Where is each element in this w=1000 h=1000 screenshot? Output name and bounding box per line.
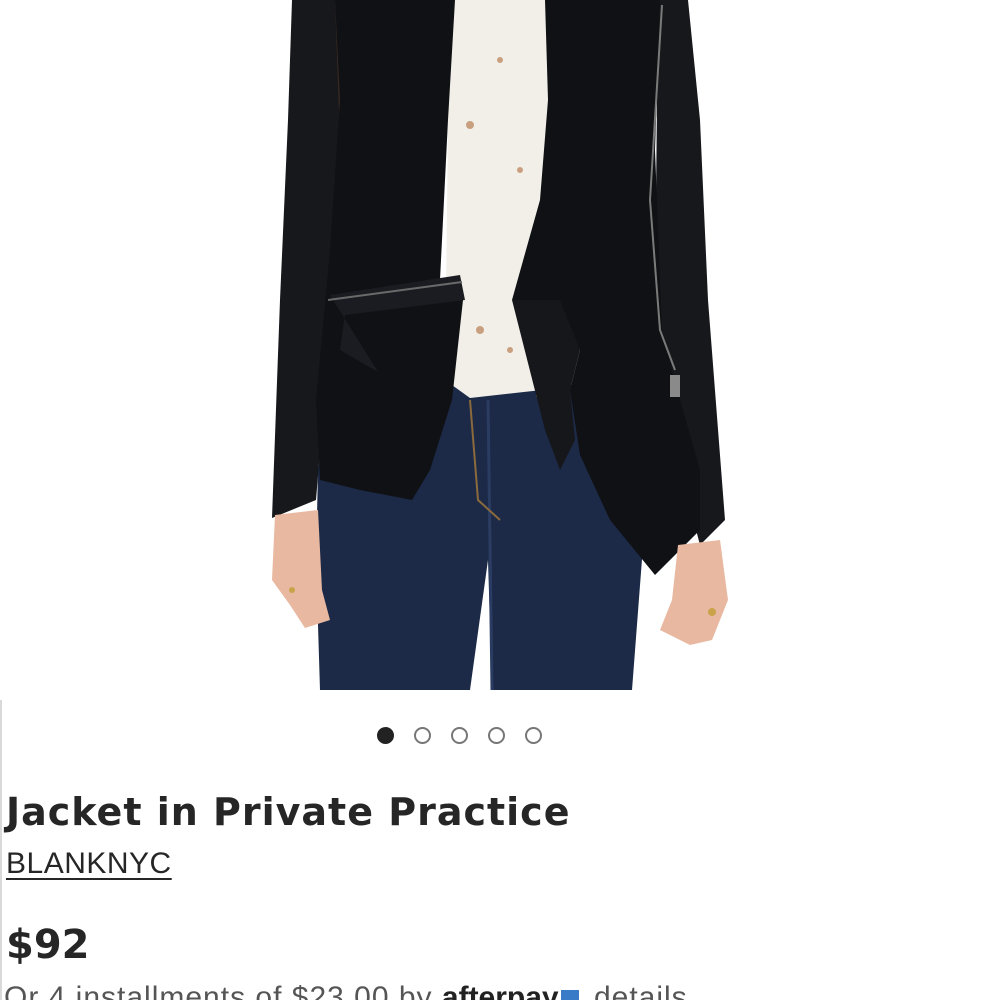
pager-dot-5[interactable] [524,727,542,744]
product-page: Jacket in Private Practice BLANKNYC $92 … [0,0,1000,1000]
afterpay-logo: afterpay [441,981,559,1000]
afterpay-info-icon[interactable] [560,990,579,1000]
installments-text: Or 4 installments of $23.00 by [4,981,433,1000]
product-title: Jacket in Private Practice [6,790,571,834]
pager-dot-3[interactable] [450,727,468,744]
product-price: $92 [6,922,90,968]
product-photo [0,0,1000,700]
pager-dot-2[interactable] [413,727,431,744]
installments-details-link[interactable]: details [594,981,688,1000]
pager-dot-1[interactable] [376,727,394,744]
brand-link[interactable]: BLANKNYC [6,847,172,881]
image-pager [0,727,1000,744]
installments-line: Or 4 installments of $23.00 by afterpay … [4,981,688,1000]
product-image[interactable] [0,0,1000,700]
pager-dot-4[interactable] [487,727,505,744]
